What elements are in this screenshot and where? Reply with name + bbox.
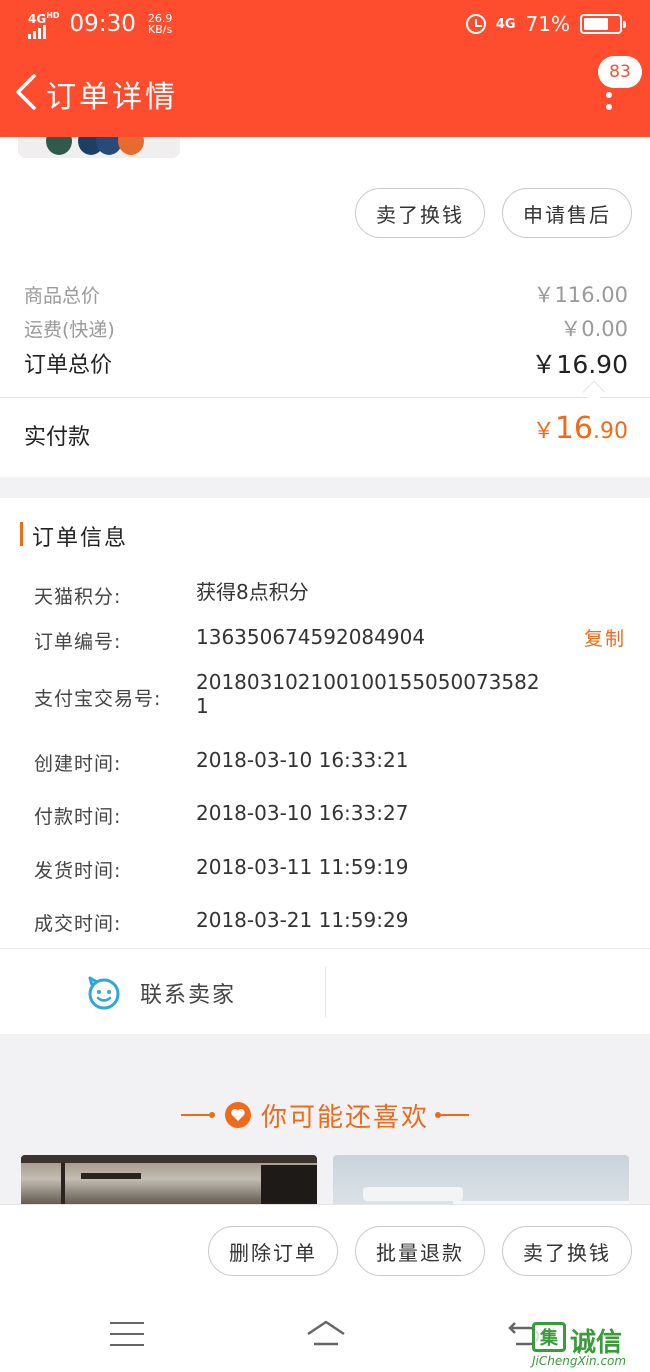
delete-order-button[interactable]: 删除订单 [208, 1226, 338, 1276]
divider [0, 397, 650, 398]
sell-for-cash-button[interactable]: 卖了换钱 [355, 188, 485, 238]
home-icon[interactable] [304, 1316, 348, 1350]
info-label-created-time: 创建时间: [34, 753, 122, 775]
order-summary-card: 卖了换钱 申请售后 商品总价 ￥116.00 运费(快递) ￥0.00 订单总价… [0, 137, 650, 477]
recommend-line-left [180, 1112, 215, 1118]
network-indicator: 4GHD [28, 10, 60, 39]
recommend-header: 你可能还喜欢 [0, 1092, 650, 1138]
contact-seller-label: 联系卖家 [140, 983, 237, 1008]
info-label-completed-time: 成交时间: [34, 913, 122, 935]
net-speed: 26.9 KB/s [148, 13, 173, 35]
info-value-shipped-time: 2018-03-11 11:59:19 [196, 855, 409, 879]
product-thumbnail[interactable] [18, 137, 180, 158]
network-sub: HD [46, 10, 60, 20]
section-accent-bar [20, 522, 23, 546]
info-label-order-number: 订单编号: [34, 631, 122, 653]
contact-seller-button[interactable]: 联系卖家 [0, 949, 325, 1035]
paid-decimal: .90 [593, 419, 628, 444]
paid-integer: 16 [554, 411, 593, 446]
info-value-alipay-trade-number: 2018031021001001550500735821 [196, 670, 540, 718]
actual-paid-value: ￥16.90 [533, 411, 628, 446]
heart-icon [224, 1102, 251, 1128]
order-total-row: 订单总价 ￥16.90 [24, 345, 628, 381]
info-label-alipay-trade-number: 支付宝交易号: [34, 688, 162, 710]
copy-order-number-button[interactable]: 复制 [584, 624, 626, 651]
site-watermark: 集 诚信 JiChengXin.com [532, 1322, 644, 1368]
paid-currency: ￥ [532, 419, 555, 444]
actual-paid-label: 实付款 [24, 425, 91, 450]
battery-icon [580, 14, 626, 34]
shipping-value: ￥0.00 [560, 317, 628, 341]
order-info-card: 订单信息 天猫积分: 获得8点积分 订单编号: 1363506745920849… [0, 498, 650, 1034]
info-value-created-time: 2018-03-10 16:33:21 [196, 748, 409, 772]
battery-percent: 71% [525, 12, 570, 36]
signal-icon [28, 24, 60, 39]
net-speed-unit: KB/s [147, 23, 173, 36]
pointer-caret [582, 380, 606, 404]
watermark-url: JiChengXin.com [532, 1354, 627, 1368]
order-total-value: ￥16.90 [531, 350, 628, 379]
status-bar: 4GHD 09:30 26.9 KB/s 4G 71% [0, 0, 650, 48]
apply-after-sale-button[interactable]: 申请售后 [502, 188, 632, 238]
menu-icon[interactable] [110, 1322, 144, 1348]
network-type-right: 4G [495, 16, 516, 32]
sell-for-cash-bottom-button[interactable]: 卖了换钱 [502, 1226, 632, 1276]
goods-total-row: 商品总价 ￥116.00 [24, 279, 628, 309]
info-value-points: 获得8点积分 [196, 580, 309, 604]
page-title: 订单详情 [46, 80, 178, 115]
more-options-icon[interactable] [604, 92, 614, 124]
network-type: 4G [28, 11, 47, 26]
info-label-paid-time: 付款时间: [34, 806, 122, 828]
clock: 09:30 [69, 11, 136, 37]
info-value-order-number: 136350674592084904 [196, 625, 426, 649]
alarm-icon [465, 14, 486, 34]
contact-divider [325, 967, 326, 1017]
info-label-shipped-time: 发货时间: [34, 860, 122, 882]
info-value-paid-time: 2018-03-10 16:33:27 [196, 801, 409, 825]
contact-row: 联系卖家 [0, 948, 650, 1034]
goods-total-value: ￥116.00 [533, 283, 628, 307]
bottom-action-bar: 删除订单 批量退款 卖了换钱 [0, 1204, 650, 1298]
back-arrow-icon[interactable] [12, 72, 42, 112]
shipping-row: 运费(快递) ￥0.00 [24, 313, 628, 343]
goods-total-label: 商品总价 [24, 284, 101, 307]
status-left: 4GHD 09:30 26.9 KB/s [28, 10, 172, 39]
chat-smiley-icon [88, 976, 120, 1010]
recommend-title: 你可能还喜欢 [260, 1102, 429, 1133]
watermark-logo-icon: 集 [532, 1322, 566, 1352]
nav-bar: 订单详情 83 [0, 48, 650, 137]
status-right: 4G 71% [465, 12, 626, 36]
info-label-points: 天猫积分: [34, 586, 122, 608]
order-info-title: 订单信息 [32, 526, 129, 551]
message-count-badge[interactable]: 83 [598, 56, 642, 88]
bulk-refund-button[interactable]: 批量退款 [355, 1226, 485, 1276]
info-value-completed-time: 2018-03-21 11:59:29 [196, 908, 409, 932]
order-total-label: 订单总价 [24, 353, 113, 378]
shipping-label: 运费(快递) [24, 318, 115, 341]
recommend-line-right [435, 1112, 469, 1118]
